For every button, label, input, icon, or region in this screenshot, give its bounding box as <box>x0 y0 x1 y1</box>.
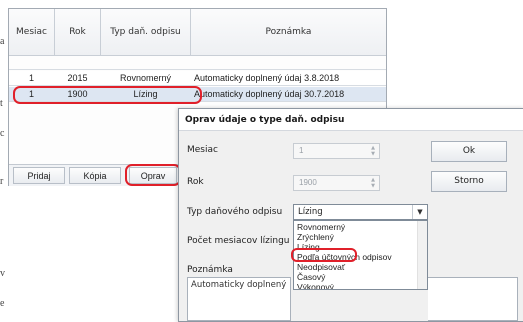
typ-odpisu-label: Typ daňového odpisu <box>187 207 283 217</box>
column-header-rok[interactable]: Rok <box>55 9 101 56</box>
column-header-label: Typ daň. odpisu <box>110 27 181 37</box>
edit-depreciation-dialog: Oprav údaje o type daň. odpisu Mesiac 1 … <box>178 108 523 322</box>
row-divider <box>9 69 386 70</box>
mesiac-spinner[interactable]: 1 ▲ ▼ <box>293 143 380 159</box>
mesiac-value: 1 <box>299 146 304 155</box>
rok-label: Rok <box>187 177 204 187</box>
dropdown-option[interactable]: Neodpisovať <box>297 262 345 272</box>
dropdown-option[interactable]: Zrýchlený <box>297 232 334 242</box>
column-header-label: Poznámka <box>265 27 312 37</box>
cell-poznamka: Automaticky doplnený údaj 3.8.2018 <box>194 73 340 83</box>
ok-button[interactable]: Ok <box>431 141 507 162</box>
pocet-mesiacov-label: Počet mesiacov lízingu <box>187 236 290 246</box>
spinner-arrows-icon[interactable]: ▲ ▼ <box>369 145 377 157</box>
side-letter: c <box>0 128 5 139</box>
typ-odpisu-combobox[interactable]: Lízing ▼ <box>293 204 428 220</box>
add-button[interactable]: Pridaj <box>13 167 65 184</box>
poznamka-textarea-right[interactable] <box>428 277 518 321</box>
selected-option-highlight <box>291 248 357 262</box>
edit-button-highlight <box>125 164 181 186</box>
chevron-down-icon[interactable]: ▼ <box>412 205 427 219</box>
column-header-typ[interactable]: Typ daň. odpisu <box>101 9 191 56</box>
side-letter: e <box>0 298 5 309</box>
side-letter: a <box>0 36 5 47</box>
table-row[interactable]: 1 2015 Rovnomerný Automaticky doplnený ú… <box>9 71 386 85</box>
column-header-label: Rok <box>69 27 86 37</box>
column-header-poznamka[interactable]: Poznámka <box>191 9 386 56</box>
poznamka-value: Automaticky doplnený <box>191 280 287 290</box>
dialog-title: Oprav údaje o type daň. odpisu <box>179 109 523 131</box>
cell-typ: Rovnomerný <box>119 73 172 83</box>
poznamka-label: Poznámka <box>187 265 233 275</box>
dropdown-option[interactable]: Výkonový <box>297 282 334 289</box>
cell-rok: 2015 <box>67 73 88 83</box>
spinner-arrows-icon[interactable]: ▲ ▼ <box>369 177 377 189</box>
dropdown-scrollbar[interactable] <box>417 221 427 289</box>
side-letter: v <box>0 268 5 279</box>
side-letter: r <box>0 176 4 187</box>
copy-button[interactable]: Kópia <box>69 167 121 184</box>
selected-row-highlight <box>13 86 202 104</box>
column-header-mesiac[interactable]: Mesiac <box>9 9 55 56</box>
cell-poznamka: Automaticky doplnený údaj 30.7.2018 <box>194 89 345 99</box>
cell-mesiac: 1 <box>28 73 34 83</box>
cancel-button[interactable]: Storno <box>431 171 507 192</box>
column-header-label: Mesiac <box>16 27 47 37</box>
dropdown-option[interactable]: Časový <box>297 272 325 282</box>
mesiac-label: Mesiac <box>187 145 218 155</box>
side-letter: t <box>0 98 3 109</box>
poznamka-textarea[interactable]: Automaticky doplnený <box>187 277 291 321</box>
rok-value: 1900 <box>299 178 317 187</box>
combobox-value: Lízing <box>298 207 323 217</box>
dropdown-option[interactable]: Rovnomerný <box>297 222 345 232</box>
rok-spinner[interactable]: 1900 ▲ ▼ <box>293 175 380 191</box>
